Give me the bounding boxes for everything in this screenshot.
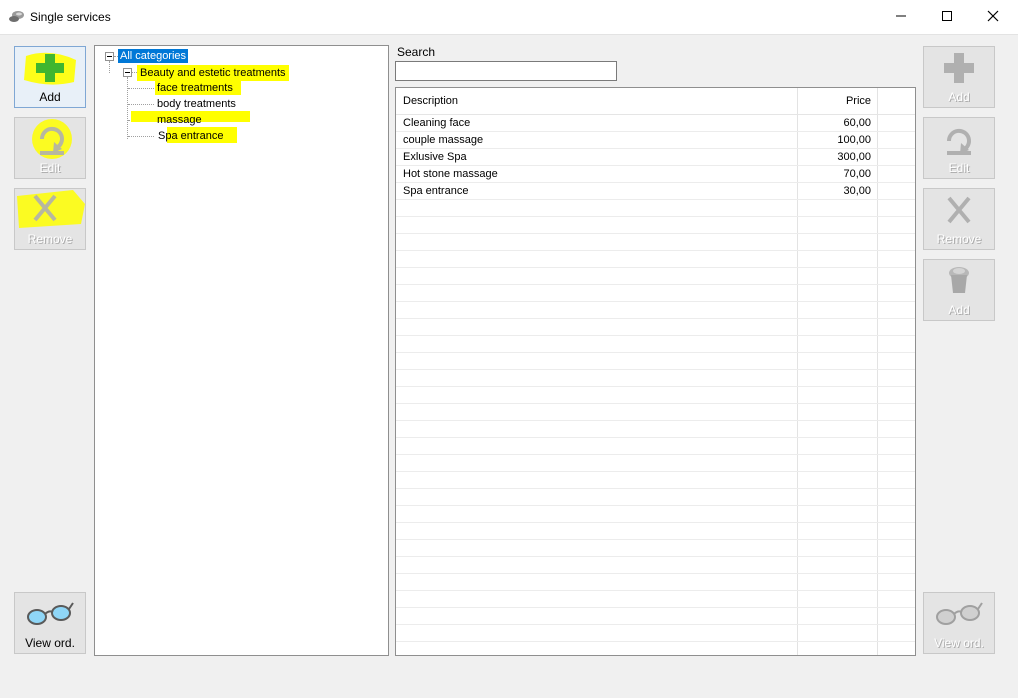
cell-description: couple massage <box>403 134 484 146</box>
empty-table-row[interactable] <box>396 319 915 336</box>
tree-node-spa-entrance[interactable]: Spa entrance <box>156 129 225 143</box>
empty-table-row[interactable] <box>396 574 915 591</box>
edit-button[interactable]: Edit <box>14 117 86 179</box>
right-add-button[interactable]: Add <box>923 46 995 108</box>
cell-description: Spa entrance <box>403 185 469 197</box>
column-header-price[interactable]: Price <box>798 88 871 114</box>
empty-table-row[interactable] <box>396 200 915 217</box>
minimize-icon <box>895 10 907 25</box>
view-orders-label: View ord. <box>25 636 75 650</box>
close-icon <box>987 10 999 25</box>
empty-table-row[interactable] <box>396 217 915 234</box>
empty-table-row[interactable] <box>396 370 915 387</box>
empty-table-row[interactable] <box>396 625 915 642</box>
services-grid[interactable]: Description Price Cleaning face 60,00 coup… <box>395 87 916 656</box>
collapse-icon[interactable] <box>105 52 114 61</box>
empty-table-row[interactable] <box>396 336 915 353</box>
glasses-icon <box>15 597 85 631</box>
edit-button-label: Edit <box>39 161 61 175</box>
plus-icon <box>15 51 85 85</box>
right-add-label: Add <box>948 90 970 104</box>
cell-price: 30,00 <box>843 185 871 197</box>
search-input[interactable] <box>395 61 617 81</box>
table-row[interactable]: Cleaning face 60,00 <box>396 115 915 132</box>
right-remove-button[interactable]: Remove <box>923 188 995 250</box>
rotate-icon <box>15 119 85 159</box>
cell-description: Hot stone massage <box>403 168 498 180</box>
rotate-icon <box>924 122 994 156</box>
empty-table-row[interactable] <box>396 353 915 370</box>
empty-table-row[interactable] <box>396 387 915 404</box>
right-remove-label: Remove <box>936 232 982 246</box>
table-row[interactable]: Spa entrance 30,00 <box>396 183 915 200</box>
table-row[interactable]: couple massage 100,00 <box>396 132 915 149</box>
empty-table-row[interactable] <box>396 557 915 574</box>
empty-table-row[interactable] <box>396 608 915 625</box>
x-icon <box>924 193 994 227</box>
app-icon <box>8 8 26 26</box>
window-title: Single services <box>30 10 111 24</box>
cell-price: 300,00 <box>837 151 871 163</box>
tree-node-body-treatments[interactable]: body treatments <box>155 97 238 111</box>
empty-table-row[interactable] <box>396 455 915 472</box>
maximize-icon <box>941 10 953 25</box>
cell-price: 60,00 <box>843 117 871 129</box>
table-row[interactable]: Hot stone massage 70,00 <box>396 166 915 183</box>
empty-table-row[interactable] <box>396 285 915 302</box>
collapse-icon[interactable] <box>123 68 132 77</box>
title-bar: Single services <box>0 0 1018 35</box>
view-orders-button[interactable]: View ord. <box>14 592 86 654</box>
close-button[interactable] <box>970 0 1016 34</box>
remove-button-label: Remove <box>27 232 73 246</box>
tree-node-face-treatments[interactable]: face treatments <box>155 81 241 95</box>
cream-jar-icon <box>924 264 994 298</box>
minimize-button[interactable] <box>878 0 924 34</box>
right-edit-button[interactable]: Edit <box>923 117 995 179</box>
empty-table-row[interactable] <box>396 302 915 319</box>
right-add-item-label: Add <box>948 303 970 317</box>
empty-table-row[interactable] <box>396 268 915 285</box>
empty-table-row[interactable] <box>396 438 915 455</box>
add-button-label: Add <box>39 90 61 104</box>
grid-header: Description Price <box>396 88 915 115</box>
empty-table-row[interactable] <box>396 421 915 438</box>
empty-table-row[interactable] <box>396 489 915 506</box>
empty-table-row[interactable] <box>396 523 915 540</box>
glasses-icon <box>924 597 994 631</box>
empty-table-row[interactable] <box>396 234 915 251</box>
cell-price: 70,00 <box>843 168 871 180</box>
tree-node-massage[interactable]: massage <box>155 113 204 127</box>
tree-node-all-categories[interactable]: All categories <box>118 49 189 63</box>
cell-description: Exlusive Spa <box>403 151 467 163</box>
empty-table-row[interactable] <box>396 506 915 523</box>
column-header-description[interactable]: Description <box>403 88 793 114</box>
category-tree[interactable]: All categories Beauty and estetic treatm… <box>94 45 389 656</box>
cell-price: 100,00 <box>837 134 871 146</box>
right-view-orders-label: View ord. <box>934 636 984 650</box>
empty-table-row[interactable] <box>396 540 915 557</box>
right-edit-label: Edit <box>948 161 970 175</box>
tree-node-beauty-category[interactable]: Beauty and estetic treatments <box>137 65 289 81</box>
empty-table-row[interactable] <box>396 404 915 421</box>
plus-icon <box>924 51 994 85</box>
x-icon <box>15 190 85 228</box>
maximize-button[interactable] <box>924 0 970 34</box>
right-add-item-button[interactable]: Add <box>923 259 995 321</box>
search-label: Search <box>397 45 436 59</box>
empty-table-row[interactable] <box>396 472 915 489</box>
cell-description: Cleaning face <box>403 117 471 129</box>
right-view-orders-button[interactable]: View ord. <box>923 592 995 654</box>
table-row[interactable]: Exlusive Spa 300,00 <box>396 149 915 166</box>
empty-table-row[interactable] <box>396 251 915 268</box>
remove-button[interactable]: Remove <box>14 188 86 250</box>
empty-table-row[interactable] <box>396 591 915 608</box>
add-button[interactable]: Add <box>14 46 86 108</box>
